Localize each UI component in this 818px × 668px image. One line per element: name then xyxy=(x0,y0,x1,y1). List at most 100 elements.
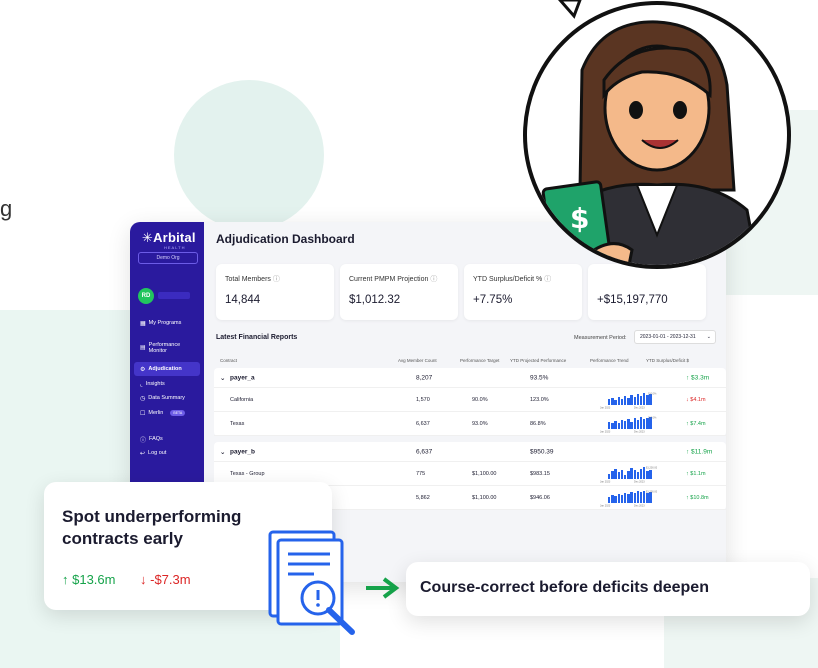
table-header: Contract Avg Member Count Performance Ta… xyxy=(214,354,726,368)
character-illustration: $ xyxy=(523,0,791,269)
expand-chevron-icon[interactable]: ⌄ xyxy=(220,448,225,456)
sparkline-bar xyxy=(630,421,633,429)
sparkline-bar xyxy=(639,492,643,503)
sparkline-bar xyxy=(636,393,640,405)
sparkline-bar xyxy=(646,471,649,479)
sparkline-bar xyxy=(633,470,636,479)
logout-icon: ↩ xyxy=(140,450,146,457)
grid-icon: ▦ xyxy=(140,320,146,327)
sidebar-item-insights[interactable]: ⌞ Insights xyxy=(130,377,204,391)
gavel-icon: ⚙ xyxy=(140,366,146,373)
background-circle xyxy=(174,80,324,230)
column-header[interactable]: Avg Member Count xyxy=(398,358,437,363)
sparkline-bar xyxy=(649,470,652,479)
sparkline-bar xyxy=(633,493,636,503)
kpi-value: +7.75% xyxy=(473,294,513,306)
sidebar-item-my-programs[interactable]: ▦ My Programs xyxy=(130,316,204,330)
sparkline-bar xyxy=(630,394,633,405)
sparkline-bar xyxy=(623,493,627,503)
sparkline-bar xyxy=(611,495,614,503)
sparkline-bar xyxy=(627,494,630,503)
table-row[interactable]: Texas 6,637 93.0% 86.8% 110.0% Jan 2023 … xyxy=(214,412,726,436)
org-selector[interactable]: Demo Org xyxy=(138,252,198,264)
sidebar-item-faqs[interactable]: ⓘ FAQs xyxy=(130,432,204,446)
table-row[interactable]: California 1,570 90.0% 123.0% 110.0% Jan… xyxy=(214,388,726,412)
sparkline-bar xyxy=(633,417,636,429)
column-header[interactable]: Performance Trend xyxy=(590,358,629,363)
app-logo[interactable]: ✳Arbital xyxy=(142,230,196,246)
sparkline-bar xyxy=(649,492,652,503)
callout-negative-value: ↓ -$7.3m xyxy=(140,572,191,587)
kpi-value: +$15,197,770 xyxy=(597,294,668,306)
sparkline-bar xyxy=(646,394,649,405)
sidebar-item-merlin[interactable]: ☐ Merlin BETA xyxy=(130,406,204,420)
column-header[interactable]: YTD Surplus/Deficit $ xyxy=(646,358,689,363)
sidebar-item-log-out[interactable]: ↩ Log out xyxy=(130,446,204,460)
sparkline-bar xyxy=(649,393,652,405)
document-alert-icon xyxy=(268,530,355,635)
monitor-icon: ▤ xyxy=(140,345,146,351)
logo-mark-icon: ✳ xyxy=(142,230,154,245)
period-select[interactable]: 2023-01-01 - 2023-12-31 ⌄ xyxy=(634,330,716,344)
sparkline-bar xyxy=(627,471,630,479)
sidebar-item-adjudication[interactable]: ⚙ Adjudication xyxy=(134,362,200,376)
clock-icon: ◷ xyxy=(140,395,146,402)
kpi-label: Total Members xyxy=(225,276,271,283)
sparkline-bar xyxy=(608,399,611,405)
table-group-payer-a: ⌄ payer_a 8,207 93.5% ↑ $3.3m California… xyxy=(214,368,726,436)
chat-icon: ☐ xyxy=(140,410,146,417)
sparkline-bar xyxy=(614,400,617,405)
kpi-value: $1,012.32 xyxy=(349,294,401,306)
kpi-card-total-members: Total Members ⓘ 14,844 xyxy=(216,264,334,320)
sparkline-bar xyxy=(623,474,627,479)
sparkline-bar xyxy=(633,396,636,405)
sidebar-item-performance-monitor[interactable]: ▤ Performance Monitor xyxy=(130,338,204,358)
sparkline-bar xyxy=(611,423,614,429)
sparkline-bar xyxy=(620,398,624,405)
sparkline-bar xyxy=(636,472,640,479)
callout-positive-value: ↑ $13.6m xyxy=(62,572,116,587)
sparkline-bar xyxy=(614,496,617,503)
sparkline-bar xyxy=(623,395,627,405)
sparkline-bar xyxy=(636,491,640,503)
sparkline-bar xyxy=(617,422,620,429)
sparkline-bar xyxy=(614,469,617,479)
table-row[interactable]: ⌄ payer_b 6,637 $950.39 ↑ $11.9m xyxy=(214,442,726,462)
sparkline-bar xyxy=(620,495,624,503)
period-label: Measurement Period: xyxy=(574,335,627,341)
sparkline-bar xyxy=(643,393,646,405)
column-header[interactable]: Contract xyxy=(220,358,237,363)
sidebar-item-data-summary[interactable]: ◷ Data Summary xyxy=(130,391,204,405)
svg-text:$: $ xyxy=(570,202,589,235)
sparkline-bar xyxy=(617,472,620,479)
cropped-heading-letter: g xyxy=(0,196,13,221)
sparkline-bar xyxy=(627,418,630,429)
sparkline-bar xyxy=(620,470,624,479)
sparkline-bar xyxy=(636,419,640,429)
column-header[interactable]: Performance Target xyxy=(460,358,499,363)
user-name-placeholder xyxy=(158,292,190,299)
sparkline-bar xyxy=(639,417,643,429)
column-header[interactable]: YTD Projected Performance xyxy=(510,358,566,363)
info-icon[interactable]: ⓘ xyxy=(430,276,437,283)
sparkline-bar xyxy=(646,417,649,429)
sparkline-bar xyxy=(608,421,611,429)
sparkline-bar xyxy=(617,494,620,503)
sparkline-bar xyxy=(627,397,630,405)
sparkline-bar xyxy=(639,469,643,479)
sparkline-bar xyxy=(614,420,617,429)
sparkline-bar xyxy=(623,420,627,429)
sparkline-bar xyxy=(608,497,611,503)
sparkline-bar xyxy=(611,471,614,479)
avatar[interactable]: RD xyxy=(138,288,154,304)
page-title: Adjudication Dashboard xyxy=(216,232,355,246)
help-icon: ⓘ xyxy=(140,437,147,444)
info-icon[interactable]: ⓘ xyxy=(273,276,280,283)
expand-chevron-icon[interactable]: ⌄ xyxy=(220,374,225,382)
sparkline-bar xyxy=(643,418,646,429)
section-title: Latest Financial Reports xyxy=(216,334,298,341)
kpi-label: Current PMPM Projection xyxy=(349,276,429,283)
kpi-value: 14,844 xyxy=(225,294,261,306)
table-row[interactable]: ⌄ payer_a 8,207 93.5% ↑ $3.3m xyxy=(214,368,726,388)
sparkline-bar xyxy=(617,396,620,405)
